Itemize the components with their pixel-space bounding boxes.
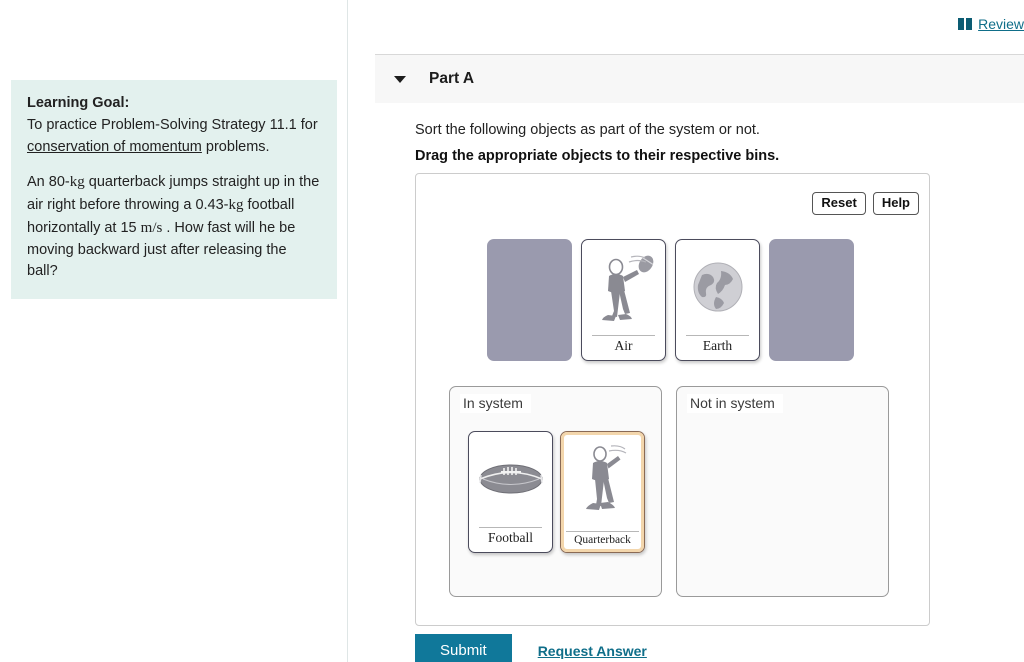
main-content: Review Part A Sort the following objects…	[349, 0, 1024, 662]
widget-toolbar: Reset Help	[812, 192, 919, 216]
reset-button[interactable]: Reset	[812, 192, 866, 216]
quarterback-throwing-icon	[582, 244, 665, 330]
football-icon	[469, 436, 552, 522]
left-sidebar: Learning Goal: To practice Problem-Solvi…	[0, 0, 348, 662]
globe-icon	[676, 244, 759, 330]
book-icon	[958, 18, 973, 30]
bin-label: Not in system	[687, 394, 783, 413]
help-button[interactable]: Help	[872, 192, 919, 216]
object-card-quarterback[interactable]: Quarterback	[560, 431, 645, 553]
prompt-line-2: Drag the appropriate objects to their re…	[415, 148, 780, 164]
unit-kg-2: kg	[228, 197, 244, 213]
chevron-down-icon[interactable]	[394, 75, 406, 83]
part-a-header[interactable]: Part A	[375, 55, 1024, 103]
review-row: Review	[958, 16, 1024, 32]
object-card-label: Earth	[685, 335, 750, 354]
submit-button[interactable]: Submit	[415, 634, 512, 662]
object-card-air[interactable]: Air	[581, 239, 666, 361]
bin-container: In system Football Quarterback Not in sy…	[449, 386, 889, 597]
problem-statement: An 80-kg quarterback jumps straight up i…	[27, 174, 320, 280]
learning-goal-heading: Learning Goal:	[27, 95, 130, 111]
bin-not-in-system[interactable]: Not in system	[676, 386, 889, 597]
learning-goal-suffix: problems.	[201, 138, 270, 155]
part-a-title: Part A	[429, 70, 475, 87]
page-root: Learning Goal: To practice Problem-Solvi…	[0, 0, 1024, 662]
bin-label: In system	[460, 394, 531, 413]
action-footer: Submit Request Answer	[415, 634, 647, 662]
object-tray: Air Earth	[487, 239, 854, 361]
object-card-label: Quarterback	[565, 531, 640, 546]
review-link[interactable]: Review	[978, 16, 1024, 32]
conservation-of-momentum-link[interactable]: conservation of momentum	[27, 139, 202, 155]
learning-goal-prefix: To practice Problem-Solving Strategy 11.…	[27, 116, 318, 133]
object-card-label: Football	[478, 527, 543, 546]
request-answer-link[interactable]: Request Answer	[538, 643, 647, 659]
learning-goal-text: To practice Problem-Solving Strategy 11.…	[27, 115, 321, 159]
object-card-label: Air	[591, 335, 656, 354]
quarterback-jumping-icon	[561, 436, 644, 522]
empty-slot-2[interactable]	[769, 239, 854, 361]
unit-kg-1: kg	[69, 174, 85, 191]
bin-in-system[interactable]: In system Football Quarterback	[449, 386, 662, 597]
bin-items: Football Quarterback	[468, 431, 645, 553]
object-card-football[interactable]: Football	[468, 431, 553, 553]
object-card-earth[interactable]: Earth	[675, 239, 760, 361]
drag-drop-panel: Reset Help Air Earth In system Football …	[415, 173, 930, 626]
unit-ms: m/s	[140, 219, 163, 236]
prompt-line-1: Sort the following objects as part of th…	[415, 122, 760, 138]
learning-goal-box: Learning Goal: To practice Problem-Solvi…	[11, 80, 337, 299]
empty-slot-1[interactable]	[487, 239, 572, 361]
